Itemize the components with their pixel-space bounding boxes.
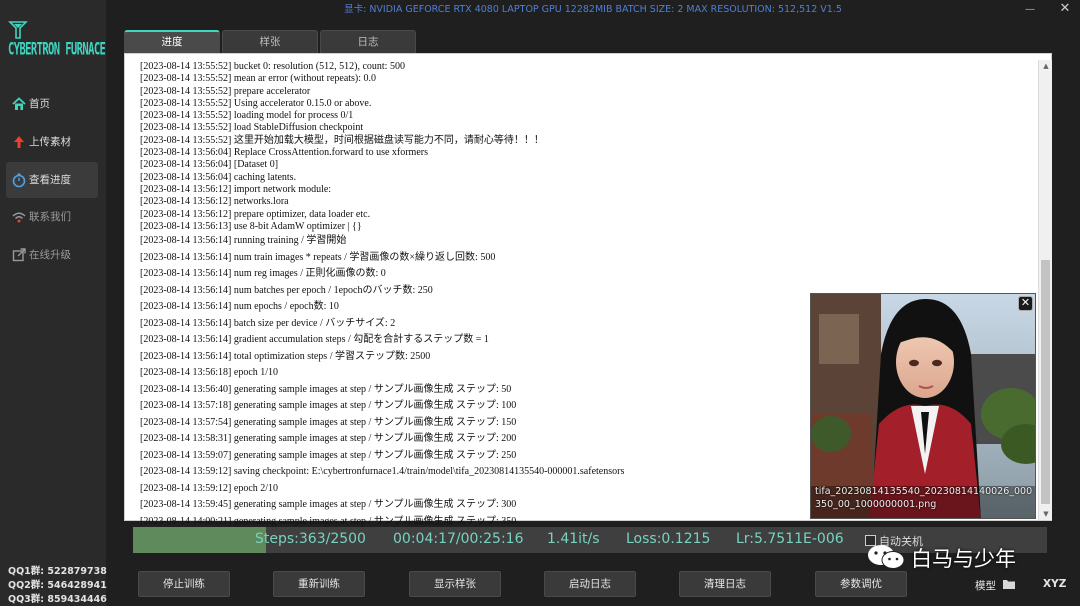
log-line: [2023-08-14 13:55:52] mean ar error (wit… (140, 73, 377, 85)
log-line: [2023-08-14 13:56:04] [Dataset 0] (140, 159, 279, 171)
sidebar: CYBERTRON FURNACE 首页 上传素材 查看进度 联系我们 在线升级… (0, 0, 107, 606)
qq-group-2: QQ2群: 546428941 (8, 580, 107, 591)
log-line: [2023-08-14 13:56:04] caching latents. (140, 171, 297, 183)
tab-logs[interactable]: 日志 (320, 30, 416, 53)
log-line: [2023-08-14 13:56:14] num reg images / 正… (140, 268, 386, 280)
watermark-text: 白马与少年 (911, 547, 1016, 571)
restart-training-button[interactable]: 重新训练 (273, 571, 365, 597)
log-line: [2023-08-14 13:56:13] use 8-bit AdamW op… (140, 220, 362, 232)
log-line: [2023-08-14 13:55:52] 这里开始加载大模型，时间根据磁盘读写… (140, 134, 544, 146)
preview-filename: tifa_20230814135540_20230814140026_00035… (815, 486, 1033, 510)
sidebar-item-upgrade[interactable]: 在线升级 (6, 237, 98, 273)
stop-training-button[interactable]: 停止训练 (138, 571, 230, 597)
xyz-button[interactable]: XYZ (1043, 578, 1066, 590)
sidebar-item-home[interactable]: 首页 (6, 86, 98, 122)
qq-group-1: QQ1群: 522879738 (8, 566, 107, 577)
brand-logo: CYBERTRON FURNACE (8, 20, 106, 64)
stopwatch-icon (12, 173, 26, 188)
log-line: [2023-08-14 13:55:52] bucket 0: resoluti… (140, 61, 405, 72)
wechat-icon (868, 545, 905, 569)
start-log-button[interactable]: 启动日志 (544, 571, 636, 597)
wifi-icon (12, 212, 26, 223)
log-line: [2023-08-14 13:56:12] networks.lora (140, 196, 289, 208)
time-readout: 00:04:17/00:25:16 (393, 531, 524, 547)
log-scrollbar[interactable]: ▲ ▼ (1038, 60, 1052, 520)
sidebar-item-upload[interactable]: 上传素材 (6, 124, 98, 160)
model-button[interactable]: 模型 (975, 578, 996, 593)
log-line: [2023-08-14 13:56:04] Replace CrossAtten… (140, 147, 428, 159)
log-line: [2023-08-14 13:55:52] prepare accelerato… (140, 85, 311, 97)
watermark: 白马与少年 (866, 543, 1016, 573)
show-samples-button[interactable]: 显示样张 (409, 571, 501, 597)
log-line: [2023-08-14 13:56:12] prepare optimizer,… (140, 208, 371, 220)
sidebar-item-contact[interactable]: 联系我们 (6, 199, 98, 235)
steps-readout: Steps:363/2500 (255, 531, 366, 547)
furnace-logo-icon (8, 21, 28, 39)
window-title: 显卡: NVIDIA GEFORCE RTX 4080 LAPTOP GPU 1… (344, 4, 842, 15)
folder-icon[interactable] (1002, 578, 1016, 590)
sidebar-item-label: 查看进度 (29, 174, 71, 186)
home-icon (12, 97, 26, 110)
lr-readout: Lr:5.7511E-006 (736, 531, 844, 547)
log-line: [2023-08-14 13:56:14] num train images *… (140, 251, 496, 263)
scroll-thumb[interactable] (1041, 260, 1050, 504)
sidebar-item-label: 在线升级 (29, 249, 71, 261)
sidebar-item-label: 上传素材 (29, 136, 71, 148)
loss-readout: Loss:0.1215 (626, 531, 711, 547)
app-window: 显卡: NVIDIA GEFORCE RTX 4080 LAPTOP GPU 1… (0, 0, 1080, 606)
minimize-button[interactable]: — (1023, 3, 1037, 17)
log-line: [2023-08-14 13:55:52] Using accelerator … (140, 97, 372, 109)
log-line: [2023-08-14 13:55:52] load StableDiffusi… (140, 122, 364, 134)
log-line: [2023-08-14 13:56:12] import network mod… (140, 183, 332, 195)
sidebar-item-label: 联系我们 (29, 211, 71, 223)
scroll-down-icon[interactable]: ▼ (1039, 508, 1053, 520)
log-line: [2023-08-14 13:55:52] loading model for … (140, 110, 354, 122)
qq-group-3: QQ3群: 859434446 (8, 594, 107, 605)
log-line: [2023-08-14 13:56:14] running training /… (140, 235, 347, 247)
sidebar-item-label: 首页 (29, 98, 50, 110)
brand-name: CYBERTRON FURNACE (8, 40, 106, 60)
scroll-up-icon[interactable]: ▲ (1039, 60, 1053, 72)
sidebar-item-progress[interactable]: 查看进度 (6, 162, 98, 198)
tab-progress[interactable]: 进度 (124, 30, 220, 53)
speed-readout: 1.41it/s (547, 531, 600, 547)
clear-log-button[interactable]: 清理日志 (679, 571, 771, 597)
preview-close-button[interactable]: ✕ (1018, 296, 1033, 311)
upload-icon (14, 136, 24, 148)
external-link-icon (12, 248, 26, 262)
tab-samples[interactable]: 样张 (222, 30, 318, 53)
tune-params-button[interactable]: 参数调优 (815, 571, 907, 597)
progress-fill (133, 527, 266, 553)
close-window-button[interactable]: ✕ (1058, 2, 1072, 16)
